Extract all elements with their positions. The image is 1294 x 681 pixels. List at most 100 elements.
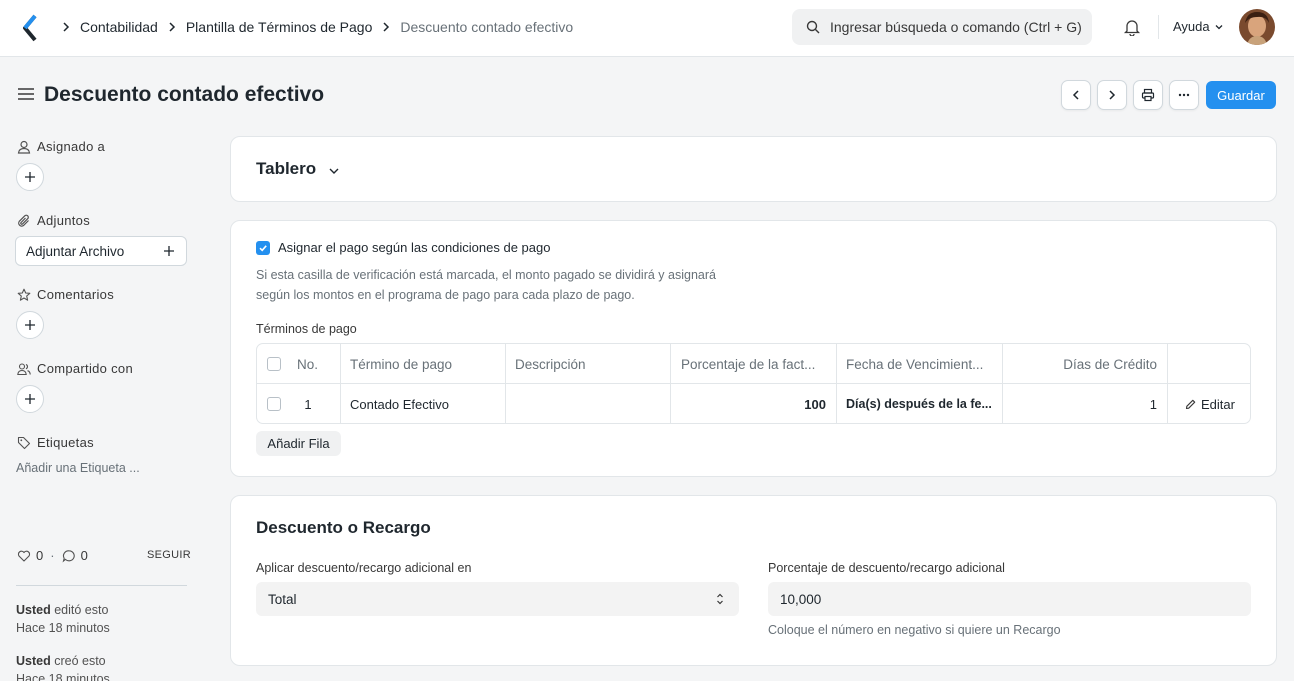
comments-section: Comentarios: [17, 287, 114, 302]
pencil-icon: [1185, 399, 1196, 410]
allocate-payment-checkbox[interactable]: [256, 241, 270, 255]
comment-bubble-icon: [62, 549, 76, 563]
chevron-down-icon[interactable]: [328, 165, 340, 177]
activity-time: Hace 18 minutos: [16, 621, 110, 635]
row-checkbox[interactable]: [267, 397, 281, 411]
chevron-right-icon: [381, 22, 391, 32]
likes-count: 0: [36, 548, 44, 563]
shared-with-label: Compartido con: [37, 361, 133, 376]
assigned-to-section: Asignado a: [17, 139, 105, 154]
plus-icon: [24, 171, 36, 183]
nav-divider: [1158, 15, 1159, 39]
discount-title: Descuento o Recargo: [256, 518, 431, 537]
stats-bar: 0 · 0: [17, 548, 88, 563]
select-arrows-icon: [715, 592, 725, 606]
attach-file-label: Adjuntar Archivo: [26, 243, 125, 259]
add-assignee-button[interactable]: [16, 163, 44, 191]
row-edit-button[interactable]: Editar: [1185, 384, 1235, 424]
heart-icon[interactable]: [17, 549, 31, 563]
column-header-no[interactable]: No.: [297, 344, 318, 384]
chevron-down-icon: [1214, 22, 1224, 32]
paperclip-icon: [17, 214, 31, 228]
help-label: Ayuda: [1173, 19, 1210, 34]
table-row[interactable]: 1 Contado Efectivo 100 Día(s) después de…: [257, 384, 1250, 424]
payment-terms-table: No. Término de pago Descripción Porcenta…: [256, 343, 1251, 424]
breadcrumb-item-current[interactable]: Descuento contado efectivo: [400, 19, 573, 35]
printer-icon: [1141, 88, 1155, 102]
row-due-date[interactable]: Día(s) después de la fe...: [846, 384, 992, 424]
column-header-term[interactable]: Término de pago: [350, 344, 452, 384]
notification-bell-icon[interactable]: [1123, 18, 1141, 36]
select-all-checkbox[interactable]: [267, 357, 281, 371]
help-menu[interactable]: Ayuda: [1173, 19, 1224, 34]
allocate-payment-help: Si esta casilla de verificación está mar…: [256, 266, 716, 305]
more-actions-button[interactable]: [1169, 80, 1199, 110]
print-button[interactable]: [1133, 80, 1163, 110]
add-tag-link[interactable]: Añadir una Etiqueta ...: [16, 461, 140, 475]
row-no: 1: [304, 396, 312, 412]
help-line: Si esta casilla de verificación está mar…: [256, 268, 716, 282]
column-header-due-date[interactable]: Fecha de Vencimient...: [846, 344, 983, 384]
separator-dot: ·: [50, 548, 55, 563]
help-line: según los montos en el programa de pago …: [256, 287, 635, 302]
activity-user: Usted: [16, 654, 51, 668]
activity-item: Usted editó esto Hace 18 minutos: [16, 601, 110, 637]
follow-button[interactable]: SEGUIR: [147, 549, 191, 561]
breadcrumb-item-accounting[interactable]: Contabilidad: [80, 19, 158, 35]
shared-with-section: Compartido con: [17, 361, 133, 376]
breadcrumb: Contabilidad Plantilla de Términos de Pa…: [52, 0, 573, 54]
chevron-right-icon: [167, 22, 177, 32]
previous-button[interactable]: [1061, 80, 1091, 110]
attachments-label: Adjuntos: [37, 213, 90, 228]
tags-label: Etiquetas: [37, 435, 94, 450]
attachments-section: Adjuntos: [17, 213, 90, 228]
comments-label: Comentarios: [37, 287, 114, 302]
dashboard-title[interactable]: Tablero: [256, 159, 316, 179]
column-header-credit-days[interactable]: Días de Crédito: [1012, 344, 1157, 384]
row-term[interactable]: Contado Efectivo: [350, 384, 449, 424]
check-icon: [258, 243, 268, 253]
row-percent[interactable]: 100: [681, 384, 826, 424]
table-header-row: No. Término de pago Descripción Porcenta…: [257, 344, 1250, 384]
user-icon: [17, 140, 31, 154]
tag-icon: [17, 436, 31, 450]
breadcrumb-item-template[interactable]: Plantilla de Términos de Pago: [186, 19, 373, 35]
payment-terms-label: Términos de pago: [256, 322, 357, 336]
app-logo-icon[interactable]: [20, 14, 40, 42]
star-icon: [17, 288, 31, 302]
attach-file-button[interactable]: Adjuntar Archivo: [15, 236, 187, 266]
user-avatar[interactable]: [1239, 9, 1275, 45]
plus-icon: [24, 393, 36, 405]
activity-user: Usted: [16, 603, 51, 617]
discount-percent-label: Porcentaje de descuento/recargo adiciona…: [768, 561, 1005, 575]
column-header-invoice-portion[interactable]: Porcentaje de la fact...: [681, 344, 815, 384]
allocate-payment-label[interactable]: Asignar el pago según las condiciones de…: [278, 240, 550, 255]
apply-discount-value: Total: [268, 591, 297, 607]
page-title: Descuento contado efectivo: [44, 83, 325, 106]
apply-discount-select[interactable]: Total: [256, 582, 739, 616]
search-icon: [806, 20, 820, 34]
next-button[interactable]: [1097, 80, 1127, 110]
activity-action: editó esto: [54, 603, 109, 617]
row-credit-days[interactable]: 1: [1012, 384, 1157, 424]
more-horizontal-icon: [1177, 88, 1191, 102]
discount-percent-description: Coloque el número en negativo si quiere …: [768, 623, 1061, 637]
tags-section: Etiquetas: [17, 435, 94, 450]
discount-percent-input[interactable]: 10,000: [768, 582, 1251, 616]
add-row-button[interactable]: Añadir Fila: [256, 431, 341, 456]
users-icon: [17, 362, 31, 376]
add-share-button[interactable]: [16, 385, 44, 413]
save-button[interactable]: Guardar: [1206, 81, 1276, 109]
add-comment-button[interactable]: [16, 311, 44, 339]
activity-time: Hace 18 minutos: [16, 672, 110, 681]
plus-icon: [163, 245, 175, 257]
column-header-description[interactable]: Descripción: [515, 344, 586, 384]
search-input[interactable]: Ingresar búsqueda o comando (Ctrl + G): [792, 9, 1092, 45]
chevron-right-icon: [61, 22, 71, 32]
edit-label: Editar: [1201, 396, 1235, 412]
plus-icon: [24, 319, 36, 331]
dashboard-card: [230, 136, 1277, 202]
search-placeholder: Ingresar búsqueda o comando (Ctrl + G): [830, 19, 1082, 35]
comments-count: 0: [80, 548, 88, 563]
sidebar-toggle-icon[interactable]: [17, 87, 35, 101]
